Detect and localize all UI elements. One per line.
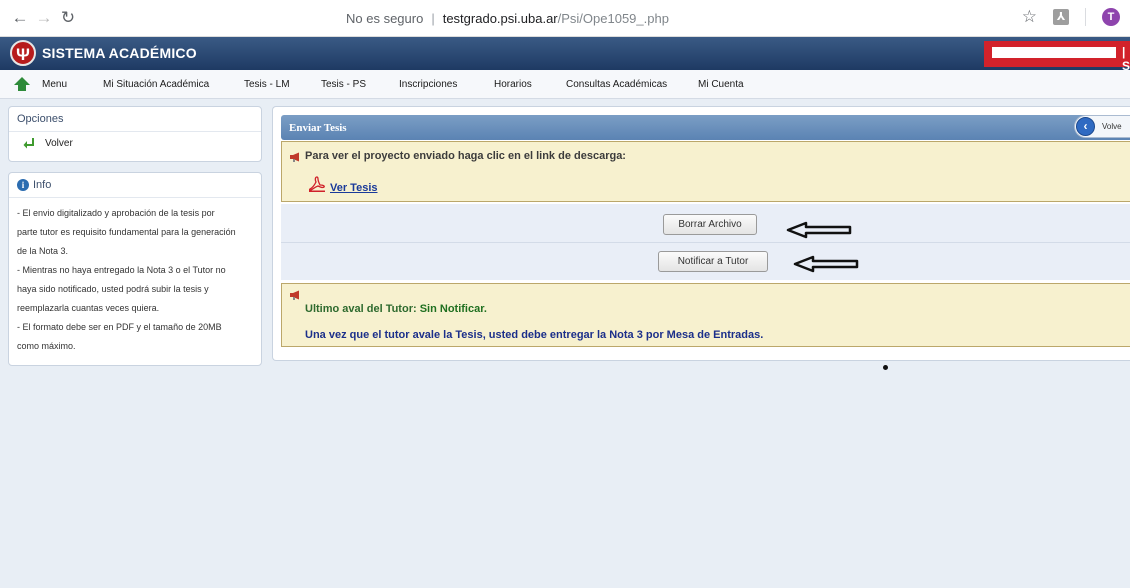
url-path: /Psi/Ope1059_.php	[557, 10, 669, 26]
menu-item-tesis-lm[interactable]: Tesis - LM	[244, 79, 290, 90]
reload-icon[interactable]: ↻	[56, 8, 80, 28]
url-host: testgrado.psi.uba.ar	[442, 10, 558, 26]
hand-drawn-arrow-icon	[786, 221, 852, 239]
menu-item-mi-situacion[interactable]: Mi Situación Académica	[103, 79, 209, 90]
info-circle-icon: i	[17, 179, 29, 191]
ver-tesis-link[interactable]: Ver Tesis	[330, 182, 378, 194]
info-line: de la Nota 3.	[17, 246, 69, 256]
bookmark-star-icon[interactable]: ☆	[1022, 7, 1037, 27]
app-title: SISTEMA ACADÉMICO	[42, 45, 197, 61]
sidebar-volver-link[interactable]: Volver	[23, 137, 73, 149]
info-line: - El envio digitalizado y aprobación de …	[17, 208, 215, 218]
menu-item-tesis-ps[interactable]: Tesis - PS	[321, 79, 366, 90]
back-arrow-icon[interactable]: ←	[8, 8, 32, 28]
main-menu: Menu Mi Situación Académica Tesis - LM T…	[0, 70, 1130, 99]
volver-button-label: Volve	[1102, 122, 1122, 131]
info-title: Info	[33, 179, 52, 191]
info-line: reemplazarla cuantas veces quiera.	[17, 303, 160, 313]
megaphone-icon	[290, 290, 299, 300]
megaphone-icon	[290, 152, 299, 162]
info-line: parte tutor es requisito fundamental par…	[17, 227, 236, 237]
info-line: como máximo.	[17, 341, 76, 351]
download-notice: Para ver el proyecto enviado haga clic e…	[281, 141, 1130, 202]
nota3-instructions: Una vez que el tutor avale la Tesis, ust…	[305, 329, 764, 341]
opciones-panel: Opciones Volver	[8, 106, 262, 162]
aval-label: Ultimo aval del Tutor:	[305, 303, 417, 315]
enviar-tesis-header: Enviar Tesis	[281, 115, 1130, 140]
actions-area: Borrar Archivo Notificar a Tutor	[281, 204, 1130, 280]
app-header: Ψ SISTEMA ACADÉMICO | S	[0, 37, 1130, 73]
forward-arrow-icon[interactable]: →	[32, 8, 56, 28]
actions-divider	[281, 242, 1130, 243]
borrar-archivo-button[interactable]: Borrar Archivo	[663, 214, 757, 235]
hand-drawn-arrow-icon	[793, 255, 859, 273]
aval-notice: Ultimo aval del Tutor: Sin Notificar. Un…	[281, 283, 1130, 347]
address-bar[interactable]: ⓘ No es seguro | testgrado.psi.uba.ar/Ps…	[86, 5, 1018, 31]
info-line: - El formato debe ser en PDF y el tamaño…	[17, 322, 222, 332]
toolbar-divider	[1085, 8, 1086, 26]
info-line: - Mientras no haya entregado la Nota 3 o…	[17, 265, 226, 275]
download-instructions: Para ver el proyecto enviado haga clic e…	[305, 150, 626, 162]
profile-avatar[interactable]: T	[1102, 8, 1120, 26]
notificar-tutor-button[interactable]: Notificar a Tutor	[658, 251, 768, 272]
pdf-extension-icon[interactable]: ⅄	[1053, 9, 1069, 25]
menu-item-menu[interactable]: Menu	[42, 79, 67, 90]
info-text: - El envio digitalizado y aprobación de …	[9, 198, 261, 362]
back-circle-icon: ‹	[1076, 117, 1095, 136]
security-label: No es seguro	[346, 10, 424, 26]
main-title: Enviar Tesis	[289, 122, 347, 134]
sidebar-volver-label: Volver	[45, 137, 73, 149]
menu-item-mi-cuenta[interactable]: Mi Cuenta	[698, 79, 744, 90]
user-name-redacted	[992, 47, 1116, 58]
university-logo: Ψ	[10, 40, 36, 66]
browser-toolbar: ← → ↻ ⓘ No es seguro | testgrado.psi.uba…	[0, 0, 1130, 37]
user-separator: | S	[1122, 45, 1130, 73]
address-separator: |	[431, 10, 435, 26]
menu-item-horarios[interactable]: Horarios	[494, 79, 532, 90]
opciones-title: Opciones	[9, 107, 261, 132]
menu-item-inscripciones[interactable]: Inscripciones	[399, 79, 457, 90]
home-arrow-icon[interactable]	[12, 75, 32, 93]
menu-item-consultas[interactable]: Consultas Académicas	[566, 79, 667, 90]
info-line: haya sido notificado, usted podrá subir …	[17, 284, 209, 294]
aval-value: Sin Notificar.	[419, 303, 487, 315]
pdf-icon[interactable]	[309, 176, 325, 192]
aval-status: Ultimo aval del Tutor: Sin Notificar.	[305, 303, 487, 315]
info-header: i Info	[9, 173, 261, 198]
volver-button[interactable]: ‹ Volve	[1074, 115, 1130, 138]
stray-dot	[883, 365, 888, 370]
info-panel: i Info - El envio digitalizado y aprobac…	[8, 172, 262, 366]
return-arrow-icon	[23, 138, 34, 149]
